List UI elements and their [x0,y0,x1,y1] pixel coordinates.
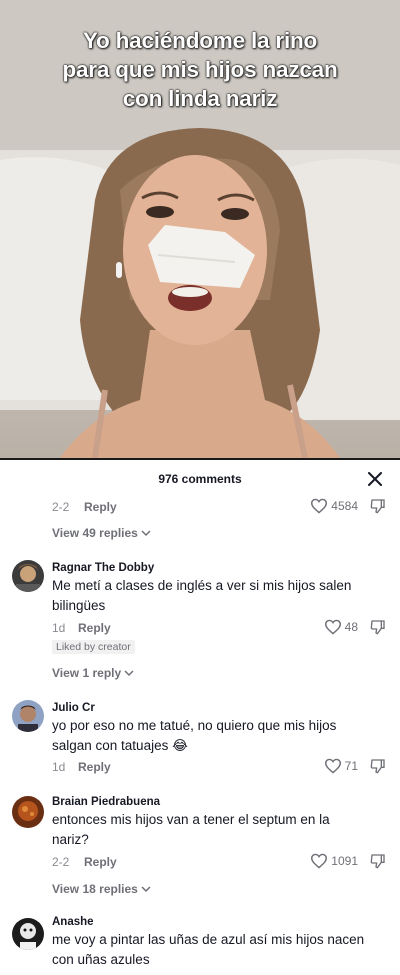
close-icon [368,472,382,486]
view-replies-button[interactable]: View 1 reply [52,666,134,680]
avatar-image [12,700,44,732]
like-button[interactable]: 48 [324,619,358,635]
dislike-button[interactable] [370,758,386,777]
video-caption: Yo haciéndome la rino para que mis hijos… [0,26,400,113]
dislike-button[interactable] [370,619,386,638]
comment-username[interactable]: Julio Cr [52,702,95,714]
view-replies-label: View 49 replies [52,526,138,540]
comment-date: 1d [52,621,66,635]
like-button[interactable]: 71 [324,758,358,774]
video-frame[interactable]: Yo haciéndome la rino para que mis hijos… [0,0,400,458]
avatar[interactable] [12,796,44,828]
thumbs-down-icon [370,759,385,774]
heart-icon [324,758,341,774]
avatar[interactable] [12,700,44,732]
comment-text-line: con uñas azules [52,952,150,967]
comment-text-line: yo por eso no me tatué, no quiero que mi… [52,718,337,733]
avatar-image [12,918,44,950]
thumbs-down-icon [370,854,385,869]
comment-username[interactable]: Anashe [52,916,94,928]
comment-text-line: entonces mis hijos van a tener el septum… [52,812,330,827]
avatar[interactable] [12,918,44,950]
thumbs-down-icon [370,499,385,514]
heart-icon [311,498,328,514]
close-button[interactable] [364,468,386,490]
comment-text-line: Me metí a clases de inglés a ver si mis … [52,578,352,593]
like-button[interactable]: 1091 [310,853,358,869]
thumbs-down-icon [370,620,385,635]
view-replies-button[interactable]: View 49 replies [52,526,151,540]
view-replies-label: View 18 replies [52,882,138,896]
comment-username[interactable]: Ragnar The Dobby [52,562,154,574]
comments-header: 976 comments [0,460,400,498]
dislike-button[interactable] [370,498,386,517]
reply-button[interactable]: Reply [84,500,117,514]
avatar-image [12,560,44,592]
liked-by-creator-badge: Liked by creator [52,640,135,654]
view-replies-label: View 1 reply [52,666,122,680]
comment-text-line: nariz? [52,832,89,847]
like-count: 4584 [331,499,358,513]
comments-count-title: 976 comments [158,472,242,486]
comment-username[interactable]: Braian Piedrabuena [52,796,160,808]
comment-date: 2-2 [52,500,70,514]
heart-icon [311,853,328,869]
comment-text: entonces mis hijos van a tener el septum… [52,810,382,850]
comment-text-line: salgan con tatuajes 😂 [52,738,188,753]
caption-line: Yo haciéndome la rino [82,28,318,53]
comments-sheet: 976 comments 2-2 Reply 4584 View 49 repl… [0,460,400,975]
chevron-down-icon [141,530,151,537]
heart-icon [324,619,341,635]
comment-meta-row: 2-2 Reply 1091 [52,853,392,873]
comment-text: Me metí a clases de inglés a ver si mis … [52,576,382,616]
like-count: 1091 [331,854,358,868]
reply-button[interactable]: Reply [78,760,111,774]
comment-text: yo por eso no me tatué, no quiero que mi… [52,716,382,756]
comment-date: 1d [52,760,66,774]
dislike-button[interactable] [370,853,386,872]
comment-meta-row: 1d Reply 71 [52,758,392,778]
comment-meta-row: 1d Reply 48 [52,619,392,639]
comment-text-line: me voy a pintar las uñas de azul así mis… [52,932,365,947]
like-count: 48 [344,620,358,634]
like-button[interactable]: 4584 [310,498,358,514]
comment-text: me voy a pintar las uñas de azul así mis… [52,930,392,970]
view-replies-button[interactable]: View 18 replies [52,882,151,896]
reply-button[interactable]: Reply [78,621,111,635]
comment-date: 2-2 [52,855,70,869]
avatar[interactable] [12,560,44,592]
comment-meta-row: 2-2 Reply 4584 [52,498,392,518]
avatar-image [12,796,44,828]
caption-line: para que mis hijos nazcan [62,57,338,82]
chevron-down-icon [141,886,151,893]
comment-text-line: bilingües [52,598,106,613]
reply-button[interactable]: Reply [84,855,117,869]
caption-line: con linda nariz [122,86,278,111]
like-count: 71 [344,759,358,773]
chevron-down-icon [124,670,134,677]
